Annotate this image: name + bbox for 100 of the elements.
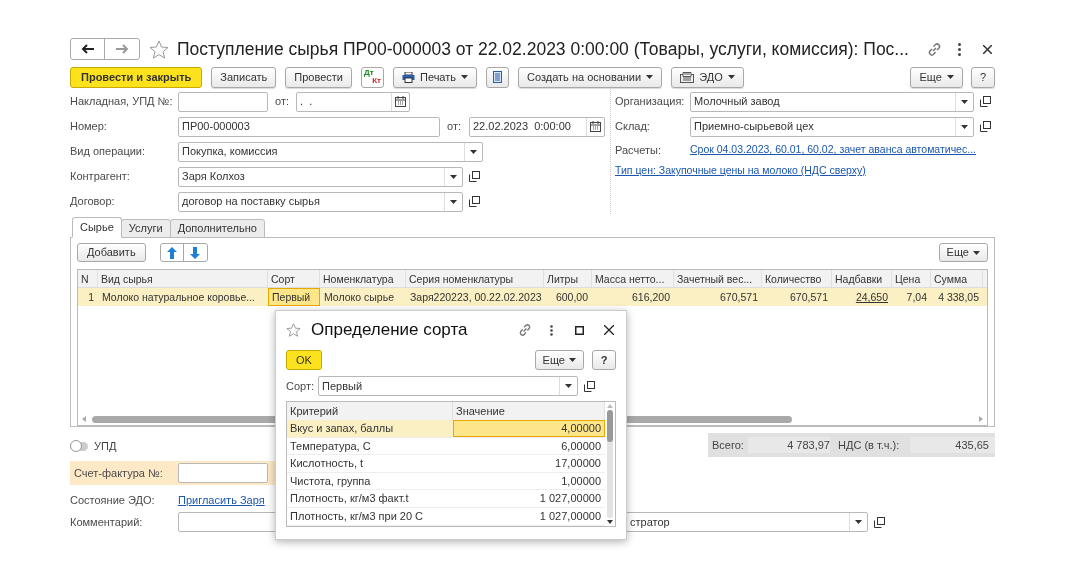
column-header[interactable]: Вид сырья — [98, 270, 268, 287]
dialog-title: Определение сорта — [311, 319, 468, 342]
caret-icon — [450, 174, 457, 179]
calendar-icon[interactable] — [395, 96, 406, 107]
close-icon[interactable] — [604, 325, 614, 335]
close-icon[interactable] — [983, 44, 992, 54]
criterion-cell-text: Кислотность, t — [289, 456, 365, 472]
caret-icon — [946, 75, 954, 79]
tab[interactable]: Сырье — [72, 217, 122, 238]
table-cell-text: 670,571 — [719, 290, 759, 305]
field-label: Расчеты: — [615, 142, 662, 158]
criterion-cell-text: Плотность, кг/м3 при 20 С — [289, 508, 425, 524]
column-header[interactable]: N — [78, 270, 98, 287]
calendar-icon[interactable] — [590, 121, 601, 132]
invoice-field[interactable] — [178, 463, 268, 483]
field-label: от: — [275, 94, 290, 110]
contract-select[interactable]: договор на поставку сырья — [178, 191, 463, 212]
criterion-cell-text: Чистота, группа — [289, 473, 372, 489]
date-field[interactable]: 22.02.2023 0:00:00 — [469, 116, 605, 137]
column-header[interactable]: Цена — [892, 270, 931, 287]
maximize-icon[interactable] — [575, 325, 584, 335]
up-arrow-icon — [166, 246, 177, 259]
column-header[interactable]: Количество — [762, 270, 832, 287]
back-arrow-icon — [81, 44, 94, 54]
operation-select[interactable]: Покупка, комиссия — [178, 141, 483, 162]
field-label: Контрагент: — [70, 169, 131, 185]
help-button[interactable]: ? — [592, 350, 616, 370]
field-label: Договор: — [70, 194, 116, 210]
star-icon[interactable] — [286, 323, 301, 337]
caret-icon — [973, 250, 980, 255]
column-header[interactable]: Номенклатура — [320, 270, 406, 287]
field-label: Организация: — [615, 94, 686, 110]
column-header[interactable]: Серия номенклатуры — [406, 270, 544, 287]
caret-icon — [569, 358, 576, 362]
field-label: Номер: — [70, 119, 108, 135]
vat-value: 435,65 — [910, 436, 995, 454]
open-window-icon — [583, 380, 595, 392]
window-title: Поступление сырья ПР00-000003 от 22.02.2023 0:00:00 (Товары, услуги, комиссия): Пос... — [177, 37, 909, 61]
toolbar-button[interactable]: Записать — [211, 66, 277, 88]
column-header[interactable]: Масса нетто... — [592, 270, 674, 287]
link-icon[interactable] — [518, 323, 532, 337]
toolbar-button[interactable]: Провести — [285, 66, 352, 88]
column-header[interactable]: Сорт — [268, 270, 320, 287]
link-icon[interactable] — [927, 41, 942, 57]
caret-icon — [470, 149, 477, 154]
column-header[interactable]: Надбавки — [832, 270, 892, 287]
add-button[interactable]: Добавить — [77, 243, 146, 262]
criterion-cell-text: Плотность, кг/м3 факт.t — [289, 491, 410, 507]
invoice-number-field[interactable] — [178, 91, 268, 112]
more-vertical-icon[interactable] — [958, 42, 961, 56]
field-label: Комментарий: — [70, 514, 144, 530]
table-cell-text: Молоко сырье — [323, 290, 395, 305]
dropdown-button[interactable]: Еще — [910, 66, 963, 88]
sort-select[interactable]: Первый — [318, 376, 578, 396]
warehouse-select[interactable]: Приемно-сырьевой цех — [690, 116, 974, 137]
star-icon[interactable] — [149, 39, 169, 59]
table-row[interactable]: 1 Молоко натуральное коровье... Первый Молоко сырье Заря220223, 00.22.02.2023 600,00 616,200 670,571 670,571 24,650 7,04 4 338,05 — [78, 288, 987, 306]
criteria-row[interactable]: Вкус и запах, баллы 4,00000 — [287, 420, 605, 438]
scroll-down-icon[interactable] — [607, 520, 613, 524]
list-button[interactable] — [486, 66, 510, 88]
vertical-scrollbar[interactable] — [607, 410, 613, 518]
toolbar-button[interactable]: ? — [970, 66, 995, 88]
criteria-row[interactable]: Плотность, кг/м3 факт.t 1 027,00000 — [287, 490, 605, 508]
print-button[interactable]: Печать — [393, 66, 478, 88]
column-header[interactable]: Зачетный вес... — [674, 270, 762, 287]
organization-select[interactable]: Молочный завод — [690, 91, 974, 112]
field-label: Сорт: — [286, 378, 316, 394]
counterparty-select[interactable]: Заря Колхоз — [178, 166, 463, 187]
invite-link[interactable]: Пригласить Заря — [178, 491, 265, 509]
list-icon — [493, 71, 503, 83]
criterion-cell-text: Температура, С — [289, 438, 372, 454]
date-field[interactable]: . . — [296, 91, 410, 112]
dropdown-button[interactable]: Создать на основании — [518, 66, 663, 88]
table-cell-text: 1 — [87, 290, 95, 305]
table-cell-text: 7,04 — [905, 290, 928, 305]
price-type-link[interactable]: Тип цен: Закупочные цены на молоко (НДС сверху) — [615, 163, 866, 179]
ok-button[interactable]: OK — [286, 350, 322, 370]
table-cell-text: Заря220223, 00.22.02.2023 — [409, 290, 543, 305]
column-header[interactable]: Литры — [544, 270, 592, 287]
post-and-close-button[interactable]: Провести и закрыть — [70, 66, 203, 88]
edo-button[interactable]: ЭДО — [671, 66, 744, 88]
caret-icon — [727, 75, 735, 79]
value-cell-text: 6,00000 — [560, 438, 602, 454]
settlements-link[interactable]: Срок 04.03.2023, 60.01, 60.02, зачет аванса автоматичес... — [690, 142, 976, 158]
field-label: Счет-фактура №: — [74, 465, 164, 481]
debit-credit-button[interactable]: Дт Кт — [361, 66, 384, 88]
vat-label: НДС (в т.ч.): — [837, 437, 901, 453]
more-button[interactable]: Еще — [534, 350, 584, 370]
number-field[interactable]: ПР00-000003 — [178, 116, 440, 137]
tab[interactable]: Услуги — [120, 219, 171, 238]
more-button[interactable]: Еще — [938, 243, 988, 262]
upd-toggle[interactable] — [70, 441, 88, 451]
column-header[interactable]: Сумма — [931, 270, 983, 287]
caret-icon — [855, 520, 862, 524]
open-window-icon — [468, 196, 480, 207]
more-vertical-icon[interactable] — [550, 324, 553, 336]
field-label: Склад: — [615, 119, 651, 135]
open-window-icon — [979, 121, 991, 132]
tab[interactable]: Дополнительно — [169, 219, 265, 238]
caret-icon — [646, 75, 654, 79]
